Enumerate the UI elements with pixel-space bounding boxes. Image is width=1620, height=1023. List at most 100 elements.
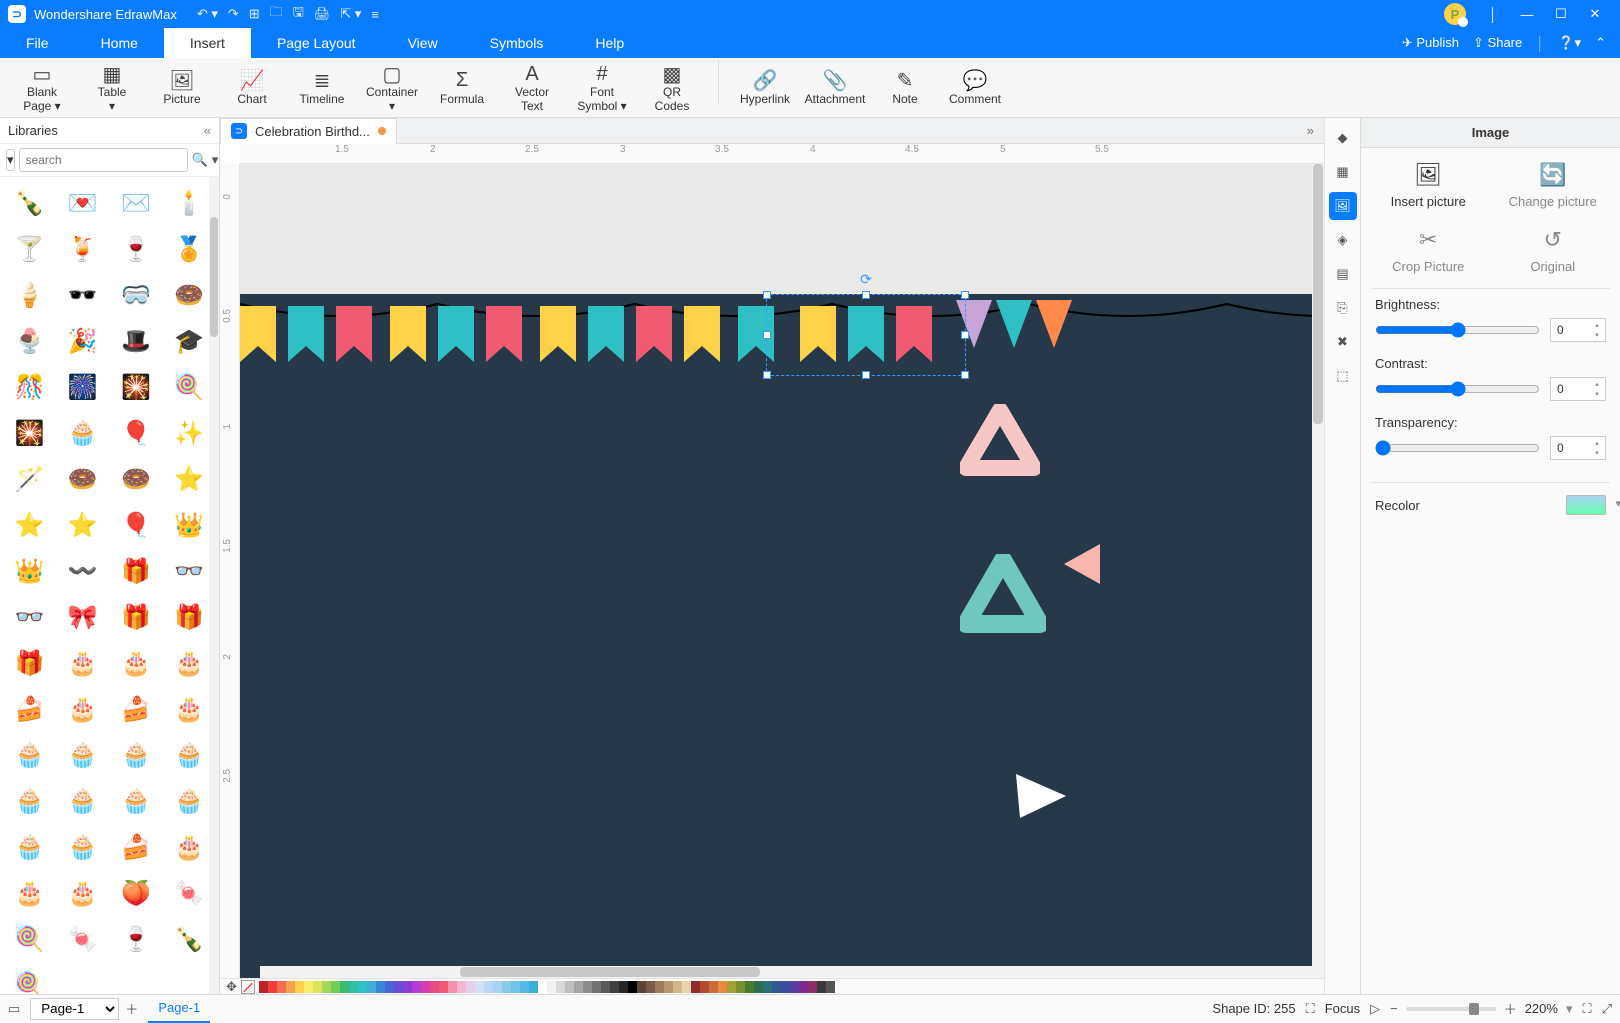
rotate-handle-icon[interactable]: ⟳ bbox=[860, 271, 872, 288]
selection-handle[interactable] bbox=[763, 371, 771, 379]
color-swatch[interactable] bbox=[286, 981, 295, 993]
library-shape[interactable]: 🍰 bbox=[111, 687, 162, 731]
vertical-scrollbar[interactable] bbox=[1312, 164, 1324, 966]
library-shape[interactable]: 🧁 bbox=[57, 411, 108, 455]
brightness-slider[interactable] bbox=[1375, 322, 1540, 338]
zoom-value[interactable]: 220% bbox=[1525, 1001, 1558, 1016]
color-swatch[interactable] bbox=[556, 981, 565, 993]
menu-view[interactable]: View bbox=[382, 28, 464, 58]
redo-icon[interactable]: ↷ bbox=[228, 6, 239, 22]
blank-page-button[interactable]: ▭BlankPage ▾ bbox=[10, 60, 74, 116]
toolstrip-image[interactable]: 🖼 bbox=[1329, 192, 1357, 220]
color-swatch[interactable] bbox=[385, 981, 394, 993]
color-swatch[interactable] bbox=[376, 981, 385, 993]
library-shape[interactable]: 🍷 bbox=[111, 227, 162, 271]
library-shape[interactable]: 🏅 bbox=[164, 227, 215, 271]
library-shape[interactable]: 🍬 bbox=[57, 917, 108, 961]
color-swatch[interactable] bbox=[331, 981, 340, 993]
library-shape[interactable]: 👑 bbox=[4, 549, 55, 593]
library-shape[interactable]: 🧁 bbox=[111, 779, 162, 823]
library-shape[interactable]: 〰️ bbox=[57, 549, 108, 593]
selection-handle[interactable] bbox=[763, 291, 771, 299]
library-shape[interactable]: 🧁 bbox=[57, 825, 108, 869]
note-button[interactable]: ✎Note bbox=[873, 60, 937, 116]
color-swatch[interactable] bbox=[583, 981, 592, 993]
eyedropper-icon[interactable]: ✥ bbox=[226, 979, 237, 995]
library-shape[interactable]: ⭐ bbox=[4, 503, 55, 547]
publish-button[interactable]: ✈ Publish bbox=[1402, 35, 1459, 51]
library-shape[interactable]: 🍸 bbox=[4, 227, 55, 271]
library-shape[interactable]: 🎇 bbox=[4, 411, 55, 455]
color-swatch[interactable] bbox=[754, 981, 763, 993]
selection-handle[interactable] bbox=[763, 331, 771, 339]
color-swatch[interactable] bbox=[718, 981, 727, 993]
library-shape[interactable]: 🎇 bbox=[111, 365, 162, 409]
library-shape[interactable]: 🍦 bbox=[4, 273, 55, 317]
chart-button[interactable]: 📈Chart bbox=[220, 60, 284, 116]
picture-button[interactable]: 🖼Picture bbox=[150, 60, 214, 116]
transparency-slider[interactable] bbox=[1375, 440, 1540, 456]
brightness-value[interactable]: 0▴▾ bbox=[1550, 318, 1606, 342]
library-shape[interactable]: ⭐ bbox=[57, 503, 108, 547]
menu-symbols[interactable]: Symbols bbox=[464, 28, 570, 58]
library-shape[interactable]: 🍩 bbox=[164, 273, 215, 317]
play-icon[interactable]: ▷ bbox=[1370, 1001, 1380, 1017]
color-swatch[interactable] bbox=[277, 981, 286, 993]
library-shape[interactable]: 🍾 bbox=[164, 917, 215, 961]
library-shape[interactable]: ⭐ bbox=[164, 457, 215, 501]
color-swatch[interactable] bbox=[799, 981, 808, 993]
menu-page-layout[interactable]: Page Layout bbox=[251, 28, 382, 58]
focus-icon[interactable]: ⛶ bbox=[1306, 1001, 1315, 1017]
formula-button[interactable]: ΣFormula bbox=[430, 60, 494, 116]
library-shape[interactable]: 🎂 bbox=[164, 687, 215, 731]
library-shape[interactable]: 🍬 bbox=[164, 871, 215, 915]
library-shape[interactable]: 🍭 bbox=[4, 917, 55, 961]
library-shape[interactable]: ✨ bbox=[164, 411, 215, 455]
library-shape[interactable]: 🍩 bbox=[111, 457, 162, 501]
color-swatch[interactable] bbox=[268, 981, 277, 993]
library-shape[interactable]: 🎊 bbox=[4, 365, 55, 409]
library-shape[interactable]: 🎂 bbox=[57, 687, 108, 731]
color-swatch[interactable] bbox=[745, 981, 754, 993]
library-shape[interactable]: 🧁 bbox=[57, 733, 108, 777]
new-icon[interactable]: ⊞ bbox=[249, 6, 260, 22]
color-swatch[interactable] bbox=[763, 981, 772, 993]
library-shape[interactable]: 🎂 bbox=[4, 871, 55, 915]
transparency-value[interactable]: 0▴▾ bbox=[1550, 436, 1606, 460]
library-shape[interactable]: 🧁 bbox=[4, 779, 55, 823]
fit-page-icon[interactable]: ⛶ bbox=[1582, 1001, 1591, 1017]
menu-insert[interactable]: Insert bbox=[164, 28, 251, 58]
library-shape[interactable]: 🎂 bbox=[164, 641, 215, 685]
library-shape[interactable]: 🥽 bbox=[111, 273, 162, 317]
page-selector[interactable]: Page-1 bbox=[30, 998, 119, 1020]
library-shape[interactable]: 🎈 bbox=[111, 411, 162, 455]
toolstrip-fill[interactable]: ◆ bbox=[1329, 124, 1357, 152]
color-swatch[interactable] bbox=[394, 981, 403, 993]
timeline-button[interactable]: ≣Timeline bbox=[290, 60, 354, 116]
open-icon[interactable]: 🗀 bbox=[270, 3, 283, 25]
color-swatch[interactable] bbox=[520, 981, 529, 993]
color-swatch[interactable] bbox=[466, 981, 475, 993]
library-shape[interactable]: 🍑 bbox=[111, 871, 162, 915]
outline-view-icon[interactable]: ▭ bbox=[8, 1001, 20, 1017]
search-options-icon[interactable]: ▾ bbox=[212, 152, 219, 168]
vector-text-button[interactable]: AVectorText bbox=[500, 60, 564, 116]
library-shape[interactable]: 🧁 bbox=[4, 733, 55, 777]
undo-icon[interactable]: ↶ ▾ bbox=[197, 6, 218, 22]
color-swatch[interactable] bbox=[259, 981, 268, 993]
expand-right-panel-icon[interactable]: » bbox=[1297, 123, 1324, 138]
library-shape[interactable]: 👓 bbox=[164, 549, 215, 593]
container-button[interactable]: ▢Container▾ bbox=[360, 60, 424, 116]
library-search-input[interactable] bbox=[19, 148, 188, 172]
horizontal-scrollbar[interactable] bbox=[260, 966, 1324, 978]
library-shape[interactable]: 🍩 bbox=[57, 457, 108, 501]
close-button[interactable]: ✕ bbox=[1578, 6, 1612, 22]
more-icon[interactable]: ≡ bbox=[371, 7, 379, 22]
help-icon[interactable]: ❔▾ bbox=[1558, 35, 1581, 51]
selection-handle[interactable] bbox=[862, 371, 870, 379]
library-shape[interactable]: 🍨 bbox=[4, 319, 55, 363]
add-page-icon[interactable]: ＋ bbox=[125, 999, 138, 1018]
library-shape[interactable]: 🎁 bbox=[111, 595, 162, 639]
color-swatch[interactable] bbox=[475, 981, 484, 993]
canvas-viewport[interactable]: ⟳ bbox=[240, 164, 1324, 978]
